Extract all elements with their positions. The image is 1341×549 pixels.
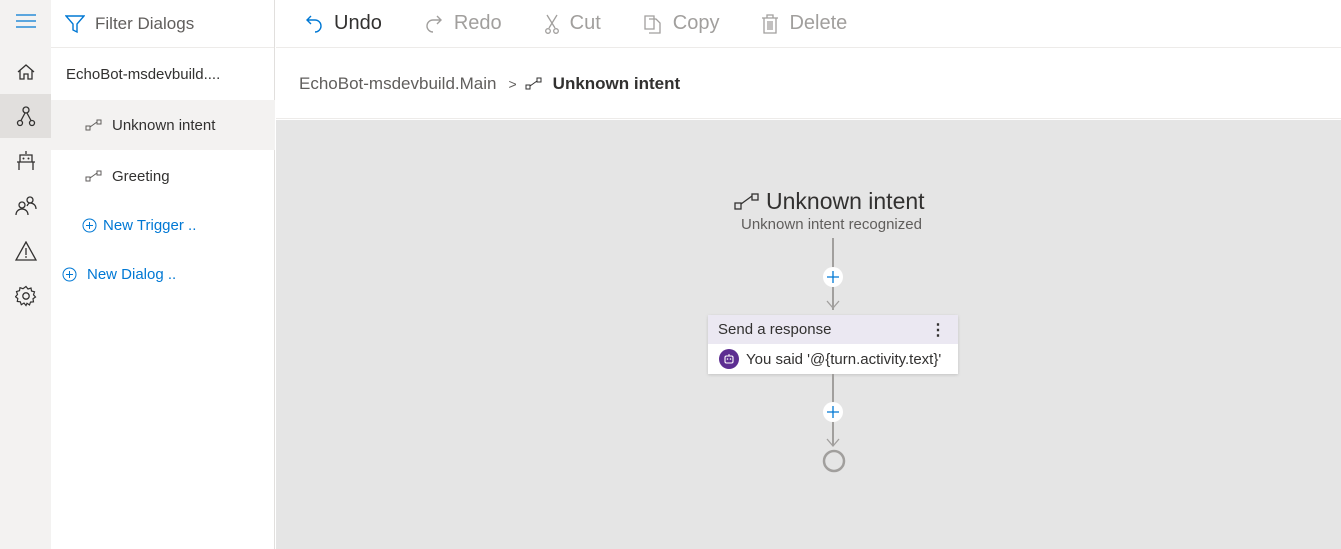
redo-button[interactable]: Redo bbox=[424, 12, 502, 35]
trigger-icon bbox=[525, 77, 542, 89]
trigger-node-header[interactable]: Unknown intent bbox=[734, 188, 925, 215]
plus-icon bbox=[827, 406, 839, 418]
arrow-down-icon bbox=[826, 300, 840, 309]
breadcrumb-current: Unknown intent bbox=[552, 73, 681, 93]
dialogs-icon bbox=[16, 106, 35, 127]
filter-placeholder: Filter Dialogs bbox=[95, 13, 195, 33]
more-options-icon[interactable]: ⋮ bbox=[930, 320, 946, 340]
card-body: You said '@{turn.activity.text}' bbox=[708, 344, 958, 374]
trigger-node-subtitle: Unknown intent recognized bbox=[741, 216, 922, 233]
nav-rail bbox=[0, 0, 51, 549]
send-response-card[interactable]: Send a response ⋮ You said '@{turn.activ… bbox=[708, 315, 958, 374]
trigger-label: Unknown intent bbox=[112, 116, 216, 134]
settings-icon bbox=[14, 285, 36, 307]
trigger-item-greeting[interactable]: Greeting bbox=[51, 151, 275, 201]
card-title: Send a response bbox=[718, 321, 832, 338]
end-node-icon bbox=[822, 449, 846, 473]
card-body-text: You said '@{turn.activity.text}' bbox=[746, 350, 942, 368]
rail-bot-responses[interactable] bbox=[0, 139, 51, 183]
arrow-down-icon bbox=[826, 438, 840, 447]
bot-responses-icon bbox=[16, 151, 35, 170]
add-circle-icon bbox=[82, 218, 97, 233]
delete-icon bbox=[762, 13, 779, 34]
undo-label: Undo bbox=[334, 12, 382, 34]
new-trigger-button[interactable]: New Trigger .. bbox=[82, 217, 196, 234]
warning-icon bbox=[14, 241, 37, 261]
trigger-node-title: Unknown intent bbox=[766, 188, 925, 214]
delete-button[interactable]: Delete bbox=[761, 12, 847, 35]
add-circle-icon bbox=[62, 267, 77, 282]
rail-users[interactable] bbox=[0, 184, 51, 228]
bot-icon bbox=[719, 349, 739, 369]
rail-home[interactable] bbox=[0, 50, 51, 94]
rail-diagnostics[interactable] bbox=[0, 229, 51, 273]
redo-icon bbox=[426, 15, 442, 33]
dialog-item-main[interactable]: EchoBot-msdevbuild.... bbox=[66, 66, 220, 83]
hamburger-menu-button[interactable] bbox=[0, 0, 51, 42]
breadcrumb: EchoBot-msdevbuild.Main > Unknown intent bbox=[276, 49, 1341, 119]
delete-label: Delete bbox=[789, 12, 848, 34]
trigger-item-unknown-intent[interactable]: Unknown intent bbox=[51, 100, 275, 150]
add-action-button[interactable] bbox=[823, 402, 843, 422]
redo-label: Redo bbox=[453, 12, 502, 34]
copy-label: Copy bbox=[672, 12, 720, 34]
dialog-sidebar: Filter Dialogs EchoBot-msdevbuild.... Un… bbox=[51, 0, 275, 549]
trigger-icon bbox=[85, 119, 102, 131]
trigger-icon bbox=[734, 192, 759, 210]
undo-icon bbox=[306, 15, 322, 33]
chevron-right-icon: > bbox=[508, 75, 517, 92]
cut-label: Cut bbox=[569, 12, 601, 34]
add-action-button[interactable] bbox=[823, 267, 843, 287]
cut-icon bbox=[544, 14, 559, 34]
card-header: Send a response ⋮ bbox=[708, 315, 958, 344]
filter-icon bbox=[65, 14, 85, 33]
copy-button[interactable]: Copy bbox=[643, 12, 720, 35]
rail-settings[interactable] bbox=[0, 274, 51, 318]
toolbar: Undo Redo Cut Copy Delete bbox=[276, 0, 1341, 48]
filter-dialogs-input[interactable]: Filter Dialogs bbox=[51, 0, 274, 48]
home-icon bbox=[17, 64, 34, 80]
rail-dialogs[interactable] bbox=[0, 94, 51, 138]
copy-icon bbox=[644, 14, 661, 34]
visual-editor-canvas[interactable]: Unknown intent Unknown intent recognized… bbox=[276, 120, 1341, 549]
hamburger-menu-icon bbox=[15, 14, 36, 28]
cut-button[interactable]: Cut bbox=[544, 12, 601, 35]
plus-icon bbox=[827, 271, 839, 283]
breadcrumb-parent[interactable]: EchoBot-msdevbuild.Main bbox=[299, 74, 496, 94]
undo-button[interactable]: Undo bbox=[304, 12, 382, 35]
new-dialog-button[interactable]: New Dialog .. bbox=[62, 266, 176, 283]
trigger-label: Greeting bbox=[112, 167, 170, 185]
new-trigger-label: New Trigger .. bbox=[103, 217, 197, 234]
new-dialog-label: New Dialog .. bbox=[87, 266, 177, 283]
users-icon bbox=[14, 196, 37, 216]
trigger-icon bbox=[85, 170, 102, 182]
